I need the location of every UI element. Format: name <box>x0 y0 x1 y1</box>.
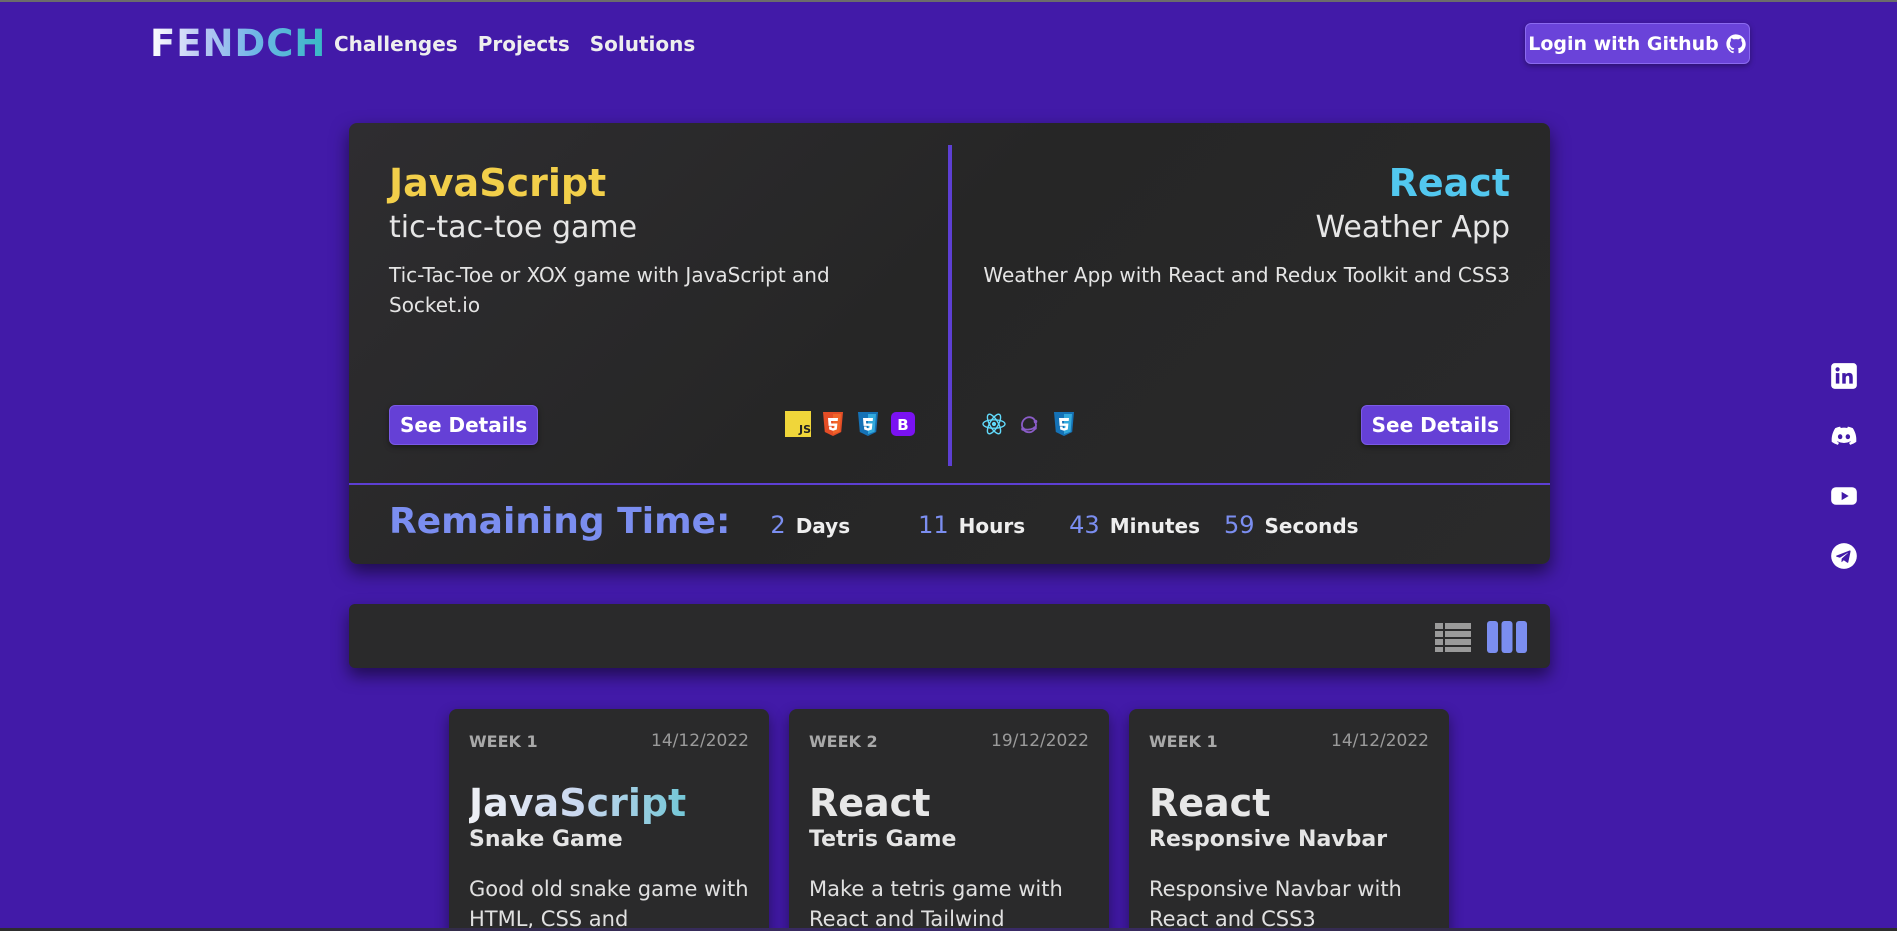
css3-icon <box>1051 411 1077 437</box>
seconds-label: Seconds <box>1264 514 1359 538</box>
countdown-hours: 11 Hours <box>918 511 1025 539</box>
card-tech: JavaScript <box>469 781 749 825</box>
nav-solutions[interactable]: Solutions <box>590 32 696 56</box>
card-description: Good old snake game with HTML, CSS and <box>469 877 749 931</box>
challenge-title: Weather App <box>1315 209 1510 245</box>
featured-challenges-card: JavaScript tic-tac-toe game Tic-Tac-Toe … <box>349 123 1550 564</box>
javascript-icon: JS <box>785 411 811 437</box>
main-nav: Challenges Projects Solutions <box>334 32 695 56</box>
login-github-button[interactable]: Login with Github <box>1525 23 1750 64</box>
hours-value: 11 <box>918 511 949 539</box>
featured-challenge-right: React Weather App Weather App with React… <box>970 161 1510 290</box>
hero-horizontal-divider <box>349 483 1550 485</box>
github-icon <box>1726 33 1746 53</box>
card-meta: WEEK 1 14/12/2022 <box>1149 731 1429 751</box>
challenge-tech: JavaScript <box>389 161 607 205</box>
bootstrap-icon: B <box>890 411 916 437</box>
challenge-tech: React <box>1388 161 1510 205</box>
card-week: WEEK 1 <box>1149 731 1218 751</box>
svg-text:B: B <box>897 416 908 434</box>
see-details-button-left[interactable]: See Details <box>389 405 539 445</box>
svg-text:JS: JS <box>798 423 811 436</box>
discord-icon[interactable] <box>1830 422 1858 450</box>
challenge-cards: WEEK 1 14/12/2022 JavaScript Snake Game … <box>449 709 1449 931</box>
countdown-minutes: 43 Minutes <box>1069 511 1200 539</box>
grid-view-icon[interactable] <box>1487 621 1527 653</box>
challenge-description: Tic-Tac-Toe or XOX game with JavaScript … <box>389 263 830 318</box>
card-meta: WEEK 2 19/12/2022 <box>809 731 1089 751</box>
social-links <box>1830 362 1858 570</box>
countdown-label: Remaining Time: <box>389 501 731 542</box>
tech-icons-right <box>981 411 1077 437</box>
challenge-card[interactable]: WEEK 2 19/12/2022 React Tetris Game Make… <box>789 709 1109 931</box>
tech-icons-left: JS B <box>785 411 916 437</box>
html5-icon <box>820 411 846 437</box>
css3-icon <box>855 411 881 437</box>
seconds-value: 59 <box>1223 511 1255 539</box>
card-week: WEEK 1 <box>469 731 538 751</box>
top-navbar: FENDCH Challenges Projects Solutions Log… <box>0 2 1897 86</box>
featured-challenge-left: JavaScript tic-tac-toe game Tic-Tac-Toe … <box>389 161 909 320</box>
list-view-icon[interactable] <box>1435 622 1471 652</box>
youtube-icon[interactable] <box>1830 482 1858 510</box>
hours-label: Hours <box>958 514 1026 538</box>
challenge-card[interactable]: WEEK 1 14/12/2022 JavaScript Snake Game … <box>449 709 769 931</box>
challenge-title: tic-tac-toe game <box>389 209 638 245</box>
card-description: Responsive Navbar with React and CSS3 <box>1149 877 1402 931</box>
card-title: Responsive Navbar <box>1149 827 1388 852</box>
react-icon <box>981 411 1007 437</box>
card-week: WEEK 2 <box>809 731 878 751</box>
redux-icon <box>1016 411 1042 437</box>
card-tech: React <box>809 781 931 825</box>
card-date: 19/12/2022 <box>991 731 1089 751</box>
minutes-value: 43 <box>1069 511 1100 539</box>
view-toolbar <box>349 604 1550 668</box>
challenge-card[interactable]: WEEK 1 14/12/2022 React Responsive Navba… <box>1129 709 1449 931</box>
minutes-label: Minutes <box>1109 514 1200 538</box>
challenge-description: Weather App with React and Redux Toolkit… <box>983 263 1510 288</box>
card-description: Make a tetris game with React and Tailwi… <box>809 877 1063 931</box>
card-meta: WEEK 1 14/12/2022 <box>469 731 749 751</box>
nav-challenges[interactable]: Challenges <box>334 32 458 56</box>
days-value: 2 <box>770 511 786 539</box>
hero-vertical-divider <box>948 145 952 466</box>
days-label: Days <box>795 514 851 538</box>
card-tech: React <box>1149 781 1271 825</box>
countdown-seconds: 59 Seconds <box>1224 511 1359 539</box>
login-button-label: Login with Github <box>1528 32 1719 55</box>
see-details-button-right[interactable]: See Details <box>1360 405 1510 445</box>
linkedin-icon[interactable] <box>1830 362 1858 390</box>
telegram-icon[interactable] <box>1830 542 1858 570</box>
nav-projects[interactable]: Projects <box>478 32 570 56</box>
card-date: 14/12/2022 <box>651 731 749 751</box>
logo[interactable]: FENDCH <box>150 22 326 65</box>
card-title: Snake Game <box>469 827 623 852</box>
countdown-days: 2 Days <box>770 511 850 539</box>
card-date: 14/12/2022 <box>1331 731 1429 751</box>
card-title: Tetris Game <box>809 827 957 852</box>
countdown-timer: Remaining Time: 2 Days 11 Hours 43 Minut… <box>389 501 1383 542</box>
